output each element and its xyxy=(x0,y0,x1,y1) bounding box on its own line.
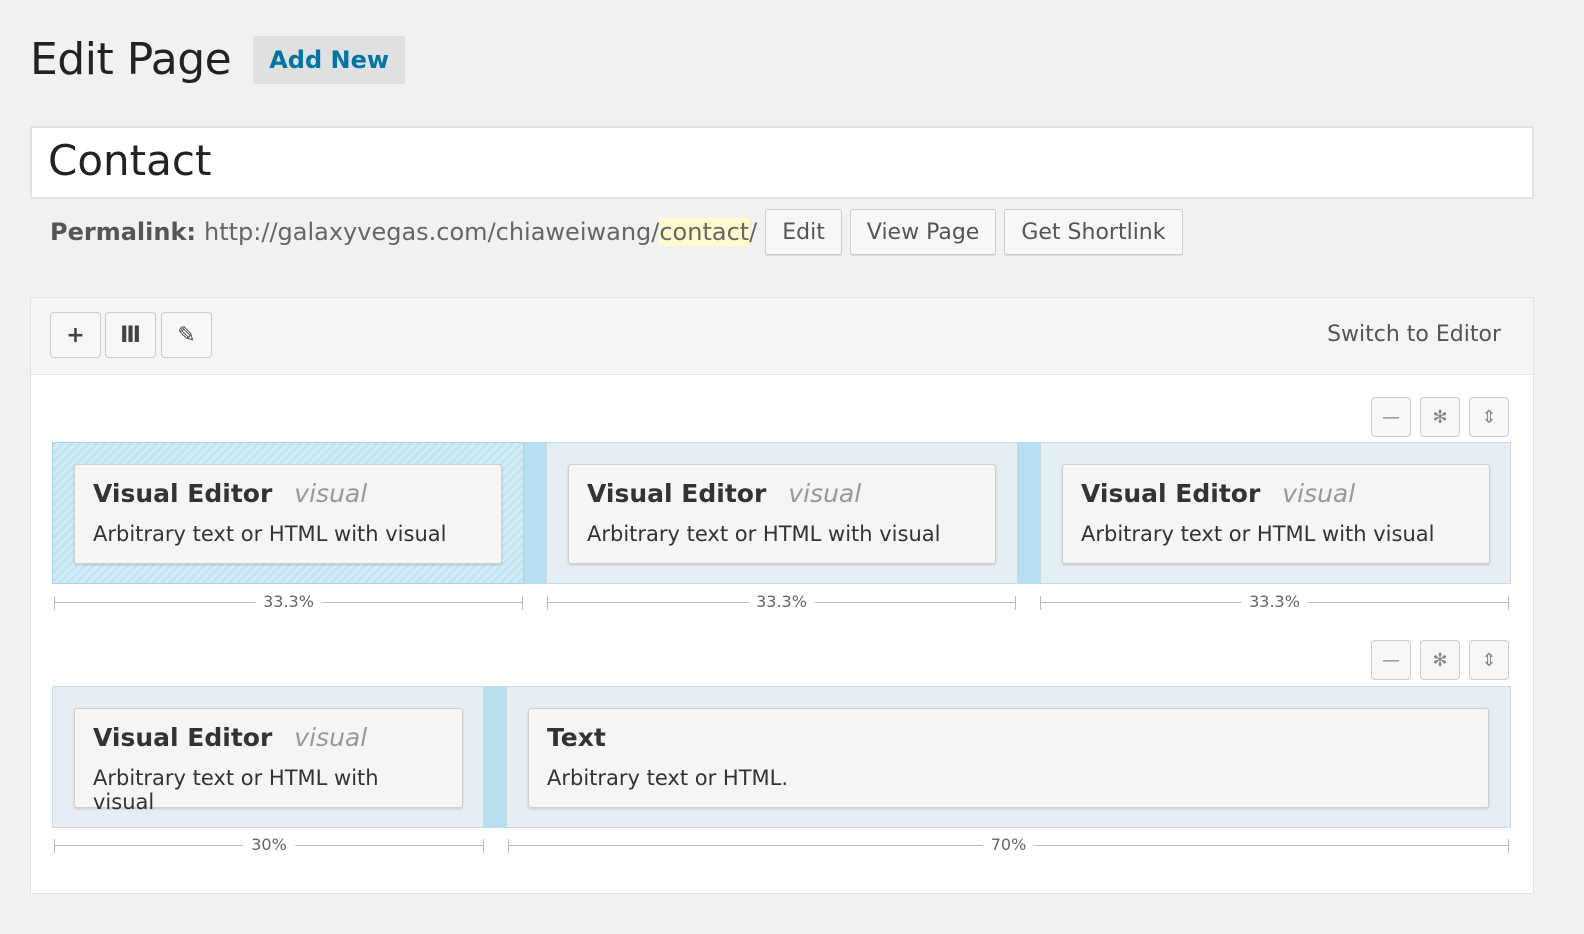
widget-description: Arbitrary text or HTML with visual xyxy=(93,766,379,814)
page-builder: + Ⅲ ✎ Switch to Editor — ✻ ⇕ Visual Edit… xyxy=(30,297,1534,894)
widget-card[interactable]: Visual Editor visual Arbitrary text or HT… xyxy=(74,464,502,564)
row-1-cell-2[interactable]: Visual Editor visual Arbitrary text or HT… xyxy=(546,442,1018,584)
cell-width-measure: 33.3% xyxy=(54,592,523,612)
row-2-settings-button[interactable]: ✻ xyxy=(1420,640,1460,680)
widget-card[interactable]: Visual Editor visual Arbitrary text or HT… xyxy=(568,464,996,564)
columns-icon: Ⅲ xyxy=(120,322,141,348)
page-title: Edit Page xyxy=(30,34,232,85)
add-row-button[interactable]: Ⅲ xyxy=(105,312,156,358)
cell-width-label: 33.3% xyxy=(748,592,815,611)
minus-icon: — xyxy=(1382,406,1400,428)
cell-width-label: 30% xyxy=(243,835,295,854)
minus-icon: — xyxy=(1382,649,1400,671)
layouts-button[interactable]: ✎ xyxy=(161,312,212,358)
row-2-cell-2[interactable]: Text Arbitrary text or HTML. xyxy=(506,686,1511,828)
widget-description: Arbitrary text or HTML with visual xyxy=(93,522,447,546)
plus-icon: + xyxy=(66,322,85,348)
cell-width-label: 70% xyxy=(982,835,1035,854)
row-1-cell-3[interactable]: Visual Editor visual Arbitrary text or HT… xyxy=(1040,442,1511,584)
cell-width-measure: 33.3% xyxy=(1040,592,1509,612)
gear-icon: ✻ xyxy=(1432,649,1448,671)
widget-title: Visual Editor xyxy=(1081,479,1261,508)
row-2-move-button[interactable]: ⇕ xyxy=(1469,640,1509,680)
cell-width-measure: 33.3% xyxy=(547,592,1016,612)
widget-description: Arbitrary text or HTML with visual xyxy=(1081,522,1435,546)
widget-type: visual xyxy=(294,723,368,752)
add-widget-button[interactable]: + xyxy=(50,312,101,358)
builder-toolbar: + Ⅲ ✎ Switch to Editor xyxy=(31,298,1533,375)
permalink-label: Permalink: xyxy=(50,218,197,246)
edit-permalink-button[interactable]: Edit xyxy=(765,209,842,255)
row-2-cell-1[interactable]: Visual Editor visual Arbitrary text or HT… xyxy=(52,686,484,828)
widget-card[interactable]: Visual Editor visual Arbitrary text or HT… xyxy=(74,708,463,814)
widget-type: visual xyxy=(294,479,368,508)
switch-to-editor-link[interactable]: Switch to Editor xyxy=(1327,322,1501,347)
widget-card[interactable]: Visual Editor visual Arbitrary text or HT… xyxy=(1062,464,1490,564)
cell-width-label: 33.3% xyxy=(255,592,322,611)
widget-title: Visual Editor xyxy=(93,723,273,752)
widget-title: Visual Editor xyxy=(93,479,273,508)
row-1-move-button[interactable]: ⇕ xyxy=(1469,397,1509,437)
widget-card[interactable]: Text Arbitrary text or HTML. xyxy=(528,708,1489,808)
column-gutter[interactable] xyxy=(524,442,546,584)
cell-width-label: 33.3% xyxy=(1241,592,1308,611)
row-1-cell-1[interactable]: Visual Editor visual Arbitrary text or HT… xyxy=(52,442,524,584)
get-shortlink-button[interactable]: Get Shortlink xyxy=(1004,209,1183,255)
widget-description: Arbitrary text or HTML. xyxy=(547,766,789,790)
column-gutter[interactable] xyxy=(1018,442,1040,584)
permalink-row: Permalink: http://galaxyvegas.com/chiawe… xyxy=(50,209,1183,255)
row-1-settings-button[interactable]: ✻ xyxy=(1420,397,1460,437)
row-2-collapse-button[interactable]: — xyxy=(1371,640,1411,680)
gear-icon: ✻ xyxy=(1432,406,1448,428)
permalink-trailing: / xyxy=(749,218,758,246)
cell-width-measure: 70% xyxy=(508,835,1509,855)
row-1-collapse-button[interactable]: — xyxy=(1371,397,1411,437)
move-icon: ⇕ xyxy=(1481,649,1497,671)
permalink-base: http://galaxyvegas.com/chiaweiwang/ xyxy=(204,218,660,246)
permalink-slug: contact xyxy=(659,218,750,246)
view-page-button[interactable]: View Page xyxy=(849,209,997,255)
add-new-button[interactable]: Add New xyxy=(253,35,406,84)
widget-description: Arbitrary text or HTML with visual xyxy=(587,522,941,546)
widget-type: visual xyxy=(788,479,862,508)
page-header: Edit Page Add New xyxy=(30,34,406,85)
widget-title: Text xyxy=(547,723,606,752)
permalink-url[interactable]: http://galaxyvegas.com/chiaweiwang/conta… xyxy=(204,218,757,246)
post-title-input[interactable]: Contact xyxy=(30,126,1534,199)
column-gutter[interactable] xyxy=(484,686,506,828)
move-icon: ⇕ xyxy=(1481,406,1497,428)
brush-icon: ✎ xyxy=(177,322,196,348)
cell-width-measure: 30% xyxy=(54,835,484,855)
widget-type: visual xyxy=(1282,479,1356,508)
widget-title: Visual Editor xyxy=(587,479,767,508)
